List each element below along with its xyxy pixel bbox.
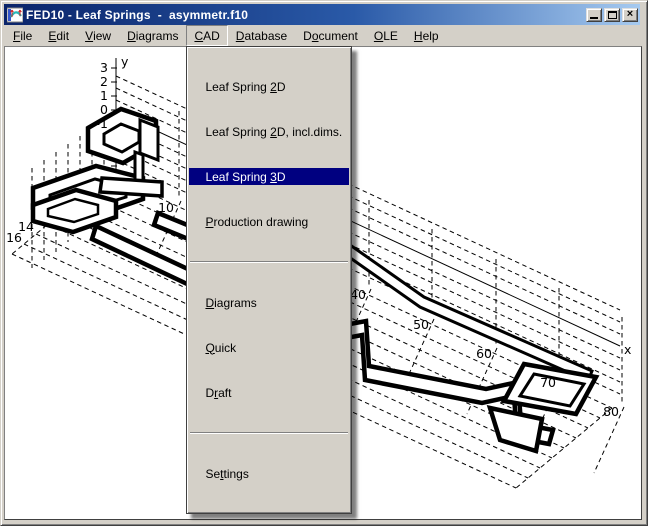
y-axis-letter: y bbox=[121, 54, 129, 69]
y-tick-label: 0 bbox=[100, 102, 108, 117]
menu-item-draft[interactable]: Draft bbox=[189, 384, 349, 401]
menu-view[interactable]: View bbox=[77, 25, 119, 46]
menu-ole[interactable]: OLE bbox=[366, 25, 406, 46]
x-axis-letter: x bbox=[624, 342, 631, 357]
minimize-icon bbox=[590, 17, 598, 19]
x-tick-label: 80 bbox=[603, 404, 619, 419]
y-tick-label: 2 bbox=[100, 74, 108, 89]
menu-separator bbox=[190, 261, 348, 263]
menu-help[interactable]: Help bbox=[406, 25, 447, 46]
title-bar[interactable]: FED10 - Leaf Springs - asymmetr.f10 × bbox=[4, 4, 640, 25]
close-icon: × bbox=[627, 9, 633, 20]
menu-bar: File Edit View Diagrams CAD Leaf Spring … bbox=[4, 25, 640, 46]
menu-document[interactable]: Document bbox=[295, 25, 366, 46]
y-tick-label: 1 bbox=[100, 88, 108, 103]
window-title: FED10 - Leaf Springs - asymmetr.f10 bbox=[26, 8, 586, 22]
spring-eye-right-tail bbox=[490, 408, 542, 451]
application-window: FED10 - Leaf Springs - asymmetr.f10 × Fi… bbox=[0, 0, 648, 526]
close-button[interactable]: × bbox=[622, 8, 638, 22]
app-icon[interactable] bbox=[7, 7, 23, 23]
x-tick-label: 50 bbox=[413, 317, 429, 332]
x-tick-label: 60 bbox=[476, 346, 492, 361]
x-tick-label: 10 bbox=[158, 200, 174, 215]
menu-diagrams[interactable]: Diagrams bbox=[119, 25, 186, 46]
menu-item-leaf-spring-3d[interactable]: Leaf Spring 3D bbox=[189, 168, 349, 185]
maximize-button[interactable] bbox=[604, 8, 620, 22]
menu-item-quick[interactable]: Quick bbox=[189, 339, 349, 356]
menu-item-diagrams[interactable]: Diagrams bbox=[189, 294, 349, 311]
menu-item-settings[interactable]: Settings bbox=[189, 465, 349, 482]
menu-item-leaf-spring-2d[interactable]: Leaf Spring 2D bbox=[189, 78, 349, 95]
menu-edit[interactable]: Edit bbox=[40, 25, 77, 46]
minimize-button[interactable] bbox=[586, 8, 602, 22]
x-tick-label: 70 bbox=[540, 375, 556, 390]
x-tick-label: 40 bbox=[350, 287, 366, 302]
z-tick-label: 16 bbox=[6, 230, 22, 245]
menu-item-production-drawing[interactable]: Production drawing bbox=[189, 213, 349, 230]
cad-dropdown-menu: Leaf Spring 2D Leaf Spring 2D, incl.dims… bbox=[186, 46, 352, 514]
maximize-icon bbox=[608, 11, 617, 19]
menu-separator bbox=[190, 432, 348, 434]
menu-file[interactable]: File bbox=[5, 25, 40, 46]
y-tick-label: 3 bbox=[100, 60, 108, 75]
menu-database[interactable]: Database bbox=[228, 25, 295, 46]
y-tick-label: -1 bbox=[96, 116, 108, 131]
menu-item-leaf-spring-2d-dims[interactable]: Leaf Spring 2D, incl.dims. bbox=[189, 123, 349, 140]
spring-arm-band bbox=[100, 178, 162, 196]
menu-cad[interactable]: CAD Leaf Spring 2D Leaf Spring 2D, incl.… bbox=[186, 25, 227, 46]
